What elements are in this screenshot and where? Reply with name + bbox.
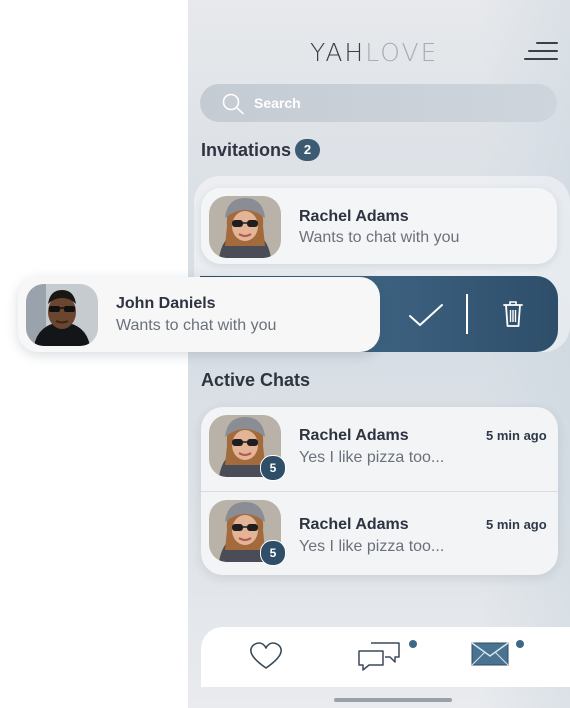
messages-notification-dot <box>516 640 524 648</box>
action-divider <box>466 294 468 334</box>
avatar <box>209 196 281 258</box>
chat-preview: Yes I like pizza too... <box>299 449 445 466</box>
invitation-name: Rachel Adams <box>299 208 409 225</box>
chats-notification-dot <box>409 640 417 648</box>
active-chats-list: 5 Rachel Adams Yes I like pizza too... 5… <box>201 407 558 575</box>
envelope-icon[interactable] <box>471 642 509 666</box>
chat-row[interactable]: 5 Rachel Adams Yes I like pizza too... 5… <box>201 492 558 575</box>
invitations-label: Invitations <box>201 140 292 160</box>
chat-time: 5 min ago <box>486 517 547 532</box>
invitation-name: John Daniels <box>116 295 216 312</box>
search-icon <box>222 93 244 115</box>
invitation-card-swiped[interactable]: John Daniels Wants to chat with you <box>18 277 380 352</box>
app-logo: YAHLOVE <box>310 38 438 67</box>
unread-count-badge: 5 <box>260 540 286 566</box>
heart-icon[interactable] <box>249 642 283 670</box>
chat-row[interactable]: 5 Rachel Adams Yes I like pizza too... 5… <box>201 407 558 491</box>
trash-icon[interactable] <box>502 300 524 328</box>
unread-count-badge: 5 <box>260 455 286 481</box>
chat-name: Rachel Adams <box>299 516 409 533</box>
search-input[interactable]: Search <box>200 84 557 122</box>
invitations-count-badge: 2 <box>295 139 321 161</box>
menu-icon[interactable] <box>524 42 558 64</box>
search-placeholder: Search <box>254 95 301 111</box>
phone-screen: YAHLOVE Search Invitations 2 Rachel Adam… <box>188 0 570 708</box>
avatar <box>26 284 98 346</box>
invitation-message: Wants to chat with you <box>299 229 460 246</box>
active-chats-title: Active Chats <box>201 370 311 390</box>
invitations-title: Invitations 2 <box>201 139 321 161</box>
chat-bubbles-icon[interactable] <box>357 641 403 671</box>
chat-preview: Yes I like pizza too... <box>299 538 445 555</box>
logo-part-2: LOVE <box>365 38 439 67</box>
invitation-message: Wants to chat with you <box>116 317 277 334</box>
logo-part-1: YAH <box>310 38 366 67</box>
chat-time: 5 min ago <box>486 428 547 443</box>
invitation-card[interactable]: Rachel Adams Wants to chat with you <box>201 188 557 264</box>
home-indicator <box>334 698 452 702</box>
check-icon[interactable] <box>408 302 444 328</box>
tab-bar <box>201 627 570 687</box>
chat-name: Rachel Adams <box>299 427 409 444</box>
